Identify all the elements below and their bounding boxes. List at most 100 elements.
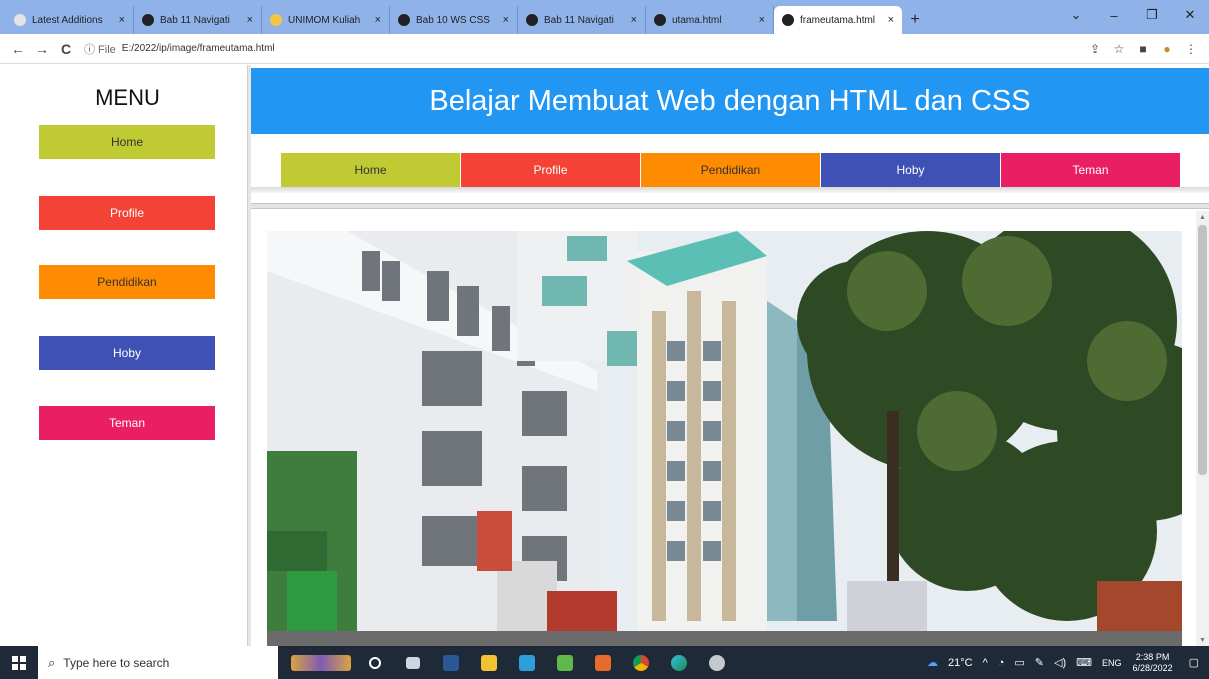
back-button[interactable]: ← [6,37,30,61]
top-navigation: Home Profile Pendidikan Hoby Teman [281,153,1181,187]
taskbar-search-placeholder: Type here to search [63,655,170,670]
site-info-icon[interactable]: ⓘ File [84,41,116,57]
side-panel-icon[interactable]: ■ [1131,37,1155,61]
browser-toolbar: ⇪ ☆ ■ ● ⋮ [1083,37,1203,61]
minimize-button[interactable]: – [1095,0,1133,30]
browser-tab[interactable]: Bab 11 Navigati × [134,6,262,34]
browser-tab-strip: Latest Additions × Bab 11 Navigati × UNIMOM … [0,0,1209,34]
left-menu-frame: MENU Home Profile Pendidikan Hoby Teman [0,65,247,646]
sidebar-button-hoby[interactable]: Hoby [39,336,215,370]
share-icon[interactable]: ⇪ [1083,37,1107,61]
network-icon[interactable]: ◔ [993,657,1010,669]
tab-close-icon[interactable]: × [375,14,381,26]
profile-avatar[interactable]: ● [1155,37,1179,61]
tab-label: Bab 11 Navigati [160,14,230,26]
tab-search-icon[interactable]: ⌄ [1057,0,1095,30]
notepad-icon[interactable] [546,646,584,679]
clock-time: 2:38 PM [1135,651,1170,662]
browser-tab[interactable]: Bab 10 WS CSS × [390,6,518,34]
browser-tab[interactable]: utama.html × [646,6,774,34]
tab-close-icon[interactable]: × [503,14,509,26]
nav-button-teman[interactable]: Teman [1001,153,1181,187]
pen-icon[interactable]: ✎ [1030,656,1049,669]
store-icon[interactable] [508,646,546,679]
restore-button[interactable]: ❐ [1133,0,1171,30]
language-indicator[interactable]: ENG [1097,658,1127,668]
browser-menu-icon[interactable]: ⋮ [1179,37,1203,61]
close-window-button[interactable]: ✕ [1171,0,1209,30]
tab-close-icon[interactable]: × [631,14,637,26]
tab-favicon-icon [142,14,154,26]
sidebar-button-teman[interactable]: Teman [39,406,215,440]
weather-temperature[interactable]: 21°C [943,657,978,669]
reload-button[interactable]: C [54,37,78,61]
tab-label: Bab 11 Navigati [544,14,614,26]
file-explorer-icon[interactable] [470,646,508,679]
menu-title: MENU [95,85,160,110]
settings-app-icon[interactable] [698,646,736,679]
system-tray: ☁ 21°C ^ ◔ ▭ ✎ ◁) ⌨ ENG 2:38 PM 6/28/202… [922,646,1209,679]
taskbar-apps [286,646,736,679]
tab-close-icon[interactable]: × [119,14,125,26]
notification-icon[interactable]: ▢ [1179,656,1209,669]
weather-icon[interactable]: ☁ [922,656,943,669]
bookmark-star-icon[interactable]: ☆ [1107,37,1131,61]
nav-shadow [251,187,1209,193]
nav-button-profile[interactable]: Profile [461,153,641,187]
chrome-icon[interactable] [622,646,660,679]
browser-tab[interactable]: frameutama.html × [774,6,902,34]
tab-label: utama.html [672,14,722,26]
tab-label: Bab 10 WS CSS [416,14,490,26]
inner-frame-divider[interactable] [251,203,1209,209]
taskbar-search-box[interactable]: ⌕ Type here to search [38,646,278,679]
vertical-scrollbar[interactable]: ▲ ▼ [1196,211,1209,646]
scrollbar-thumb[interactable] [1198,225,1207,475]
sidebar-button-profile[interactable]: Profile [39,196,215,230]
scroll-down-arrow-icon[interactable]: ▼ [1196,634,1209,646]
page-header: Belajar Membuat Web dengan HTML dan CSS [251,68,1209,134]
address-bar-row: ← → C ⓘ File E:/2022/ip/image/frameutama… [0,34,1209,64]
tab-favicon-icon [526,14,538,26]
sidebar-button-pendidikan[interactable]: Pendidikan [39,265,215,299]
sidebar-button-home[interactable]: Home [39,125,215,159]
new-tab-button[interactable]: + [902,6,928,34]
tab-label: frameutama.html [800,14,876,26]
task-view-icon[interactable] [394,646,432,679]
page-title: Belajar Membuat Web dengan HTML dan CSS [429,84,1031,117]
nav-button-pendidikan[interactable]: Pendidikan [641,153,821,187]
scroll-up-arrow-icon[interactable]: ▲ [1196,211,1209,223]
windows-logo-icon [12,655,26,670]
url-field[interactable]: ⓘ File E:/2022/ip/image/frameutama.html [84,37,1084,61]
tab-favicon-icon [14,14,26,26]
word-icon[interactable] [432,646,470,679]
page-viewport: MENU Home Profile Pendidikan Hoby Teman Bela… [0,65,1209,646]
building-photo-graphic [267,231,1182,646]
forward-button[interactable]: → [30,37,54,61]
browser-tab[interactable]: Latest Additions × [6,6,134,34]
app-orange-icon[interactable] [584,646,622,679]
battery-icon[interactable]: ▭ [1009,656,1029,669]
browser-tab[interactable]: UNIMOM Kuliah × [262,6,390,34]
show-hidden-icons-icon[interactable]: ^ [978,657,993,669]
taskbar-clock[interactable]: 2:38 PM 6/28/2022 [1127,652,1179,674]
cortana-icon[interactable] [356,646,394,679]
browser-tab[interactable]: Bab 11 Navigati × [518,6,646,34]
tab-close-icon[interactable]: × [759,14,765,26]
main-frame: Belajar Membuat Web dengan HTML dan CSS … [251,65,1209,646]
nav-button-hoby[interactable]: Hoby [821,153,1001,187]
window-controls: ⌄ – ❐ ✕ [1057,0,1209,30]
start-button[interactable] [0,646,38,679]
tab-close-icon[interactable]: × [247,14,253,26]
keyboard-icon[interactable]: ⌨ [1071,656,1097,669]
tab-favicon-icon [270,14,282,26]
nav-button-home[interactable]: Home [281,153,461,187]
volume-icon[interactable]: ◁) [1049,656,1071,669]
campus-building-photo [267,231,1182,646]
tab-close-icon[interactable]: × [888,14,894,26]
edge-icon[interactable] [660,646,698,679]
clock-date: 6/28/2022 [1132,662,1173,673]
url-text: E:/2022/ip/image/frameutama.html [121,43,275,54]
news-widget-icon[interactable] [286,646,356,679]
tab-favicon-icon [782,14,794,26]
windows-taskbar: ⌕ Type here to search ☁ 21°C ^ ◔ ▭ ✎ ◁) … [0,646,1209,679]
